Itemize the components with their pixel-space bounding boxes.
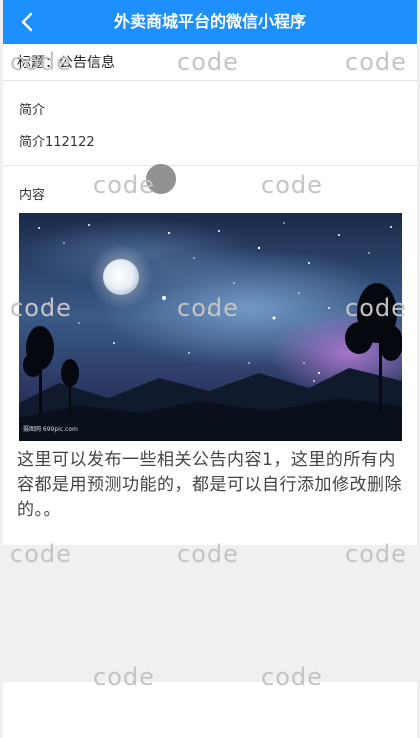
intro-value: 简介112122 [19,135,95,150]
watermark: code [345,540,407,568]
page-title: 外卖商城平台的微信小程序 [113,12,306,31]
image-watermark-caption: 摄图网 699pic.com [23,425,78,433]
watermark: code [261,171,323,199]
watermark: code [261,663,323,691]
watermark: code [93,663,155,691]
watermark: code [177,48,239,76]
watermark: code [345,48,407,76]
intro-label: 简介 [19,103,46,118]
watermark: code [177,294,239,322]
page-frame: 外卖商城平台的微信小程序 标题：公告信息 简介 简介112122 内容 摄图网 … [3,0,417,738]
watermark: code [177,540,239,568]
watermark: code [10,540,72,568]
navbar: 外卖商城平台的微信小程序 [3,0,417,44]
content-label: 内容 [19,188,46,203]
content-text: 这里可以发布一些相关公告内容1，这里的所有内容都是用预测功能的，都是可以自行添加… [17,450,402,520]
watermark: code [10,48,72,76]
intro-section: 简介 简介112122 [3,81,417,166]
watermark: code [345,294,407,322]
chevron-left-icon [21,12,33,32]
content-image: 摄图网 699pic.com [19,213,402,441]
back-button[interactable] [11,6,43,38]
watermark: code [10,294,72,322]
watermark: code [93,171,155,199]
